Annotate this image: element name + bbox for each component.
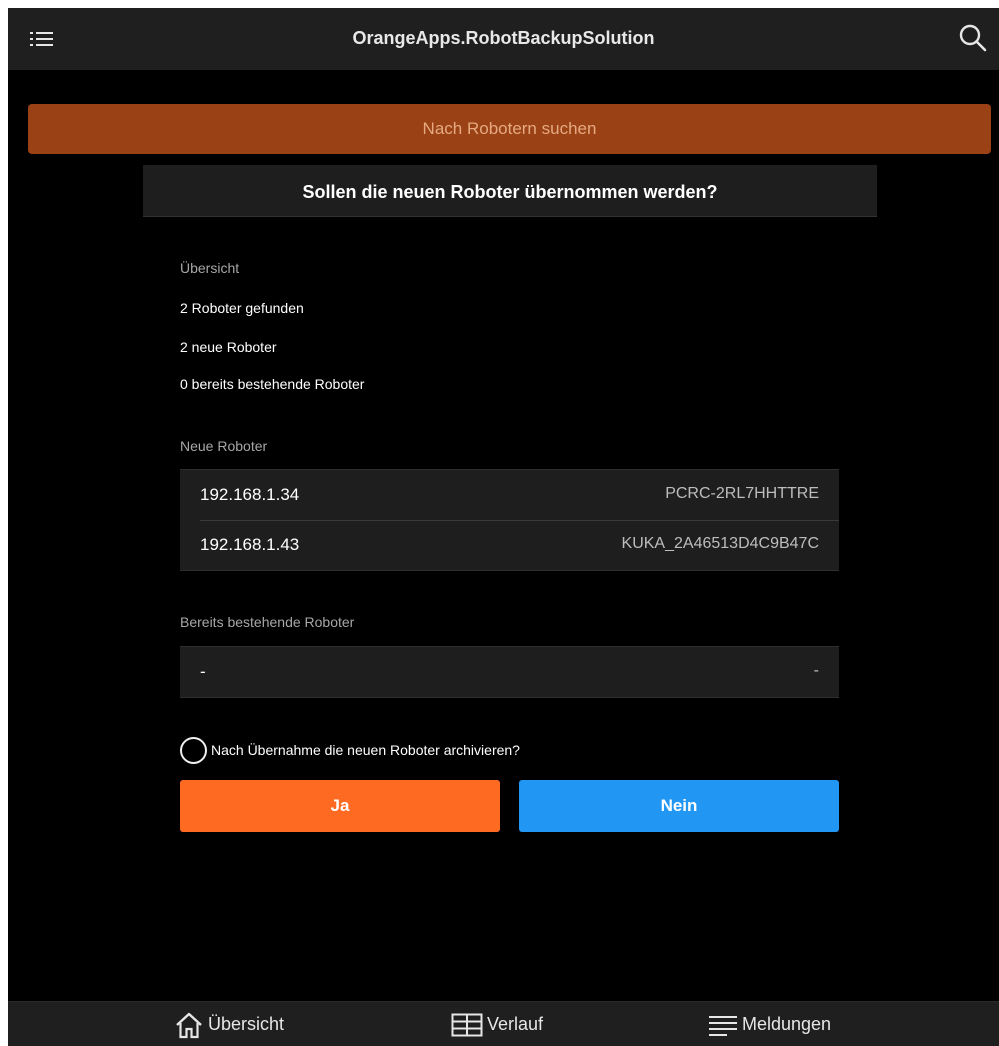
table-grid-icon: [451, 1013, 483, 1036]
overview-heading: Übersicht: [180, 260, 240, 276]
app-title: OrangeApps.RobotBackupSolution: [352, 28, 655, 48]
bottom-nav-bar: Übersicht Verlauf Meldungen: [8, 1001, 999, 1046]
nav-item-messages[interactable]: Meldungen: [708, 1002, 831, 1046]
dialog-header: Sollen die neuen Roboter übernommen werd…: [143, 165, 877, 217]
archive-checkbox[interactable]: [180, 737, 207, 764]
robot-name: -: [813, 662, 819, 679]
search-robots-button[interactable]: Nach Robotern suchen: [28, 104, 991, 154]
robot-ip: 192.168.1.34: [200, 485, 300, 504]
messages-lines-icon: [709, 1015, 737, 1036]
archive-checkbox-label[interactable]: Nach Übernahme die neuen Roboter archivi…: [211, 742, 520, 758]
nav-label-messages: Meldungen: [742, 1014, 832, 1034]
robot-name: KUKA_2A46513D4C9B47C: [621, 535, 819, 552]
robots-found-count: 2 Roboter gefunden: [180, 300, 304, 316]
existing-robots-count: 0 bereits bestehende Roboter: [180, 376, 365, 392]
no-button[interactable]: Nein: [519, 780, 839, 832]
table-row[interactable]: - -: [180, 647, 839, 697]
new-robots-table: 192.168.1.34 PCRC-2RL7HHTTRE 192.168.1.4…: [180, 469, 839, 571]
robot-ip: -: [200, 662, 206, 681]
existing-robots-heading: Bereits bestehende Roboter: [180, 614, 355, 630]
table-row[interactable]: 192.168.1.43 KUKA_2A46513D4C9B47C: [180, 520, 839, 570]
home-icon: [176, 1012, 202, 1038]
nav-item-history[interactable]: Verlauf: [451, 1002, 543, 1046]
search-icon[interactable]: [958, 23, 988, 53]
dialog-title: Sollen die neuen Roboter übernommen werd…: [302, 182, 718, 202]
yes-button[interactable]: Ja: [180, 780, 500, 832]
table-row[interactable]: 192.168.1.34 PCRC-2RL7HHTTRE: [180, 470, 839, 520]
nav-label-overview: Übersicht: [208, 1014, 285, 1034]
nav-label-history: Verlauf: [487, 1014, 544, 1034]
existing-robots-table: - -: [180, 646, 839, 698]
nav-item-overview[interactable]: Übersicht: [174, 1002, 284, 1046]
new-robots-count: 2 neue Roboter: [180, 339, 277, 355]
robot-ip: 192.168.1.43: [200, 535, 300, 554]
new-robots-heading: Neue Roboter: [180, 438, 268, 454]
top-app-bar: OrangeApps.RobotBackupSolution: [8, 8, 999, 70]
app-window: OrangeApps.RobotBackupSolution Nach Robo…: [8, 8, 999, 1046]
robot-name: PCRC-2RL7HHTTRE: [665, 485, 819, 502]
